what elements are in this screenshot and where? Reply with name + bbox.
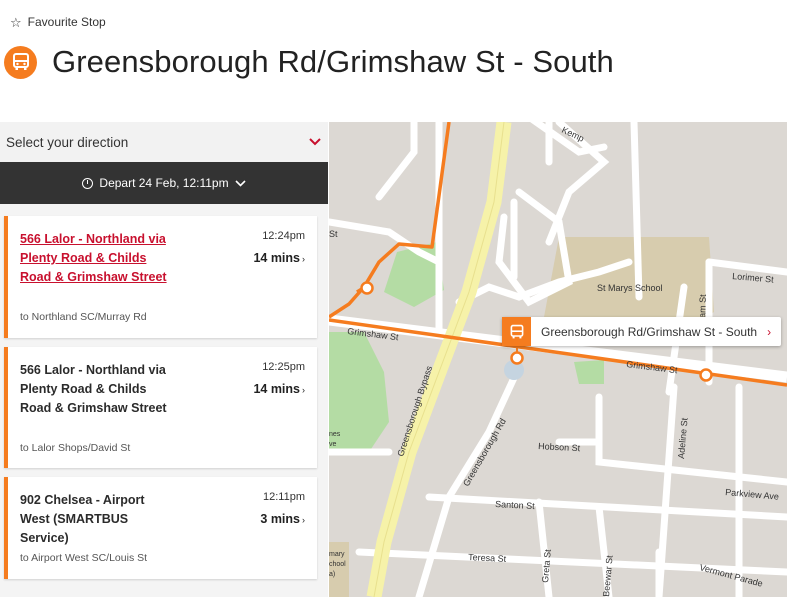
route-link[interactable]: 566 Lalor - Northland via Plenty Road & … [20, 361, 170, 418]
bus-icon [502, 317, 531, 346]
place-label: a) [329, 571, 335, 578]
chevron-down-icon [235, 176, 246, 190]
page-title: Greensborough Rd/Grimshaw St - South [52, 44, 614, 79]
bus-icon [4, 45, 37, 79]
minutes-away: 3 mins › [260, 512, 305, 526]
route-link[interactable]: 566 Lalor - Northland via Plenty Road & … [20, 230, 170, 287]
departure-card[interactable]: 566 Lalor - Northland via Plenty Road & … [4, 347, 317, 468]
chevron-right-icon: › [767, 324, 772, 339]
realtime-icon: › [302, 515, 305, 525]
depart-time-label: Depart 24 Feb, 12:11pm [99, 176, 229, 190]
destination-text: to Lalor Shops/David St [20, 442, 131, 454]
scheduled-time: 12:24pm [262, 230, 305, 242]
street-label: Santon St [495, 499, 535, 511]
favourite-stop-toggle[interactable]: ☆ Favourite Stop [10, 15, 106, 29]
scheduled-time: 12:11pm [263, 491, 305, 503]
minutes-value: 14 mins [253, 251, 300, 265]
street-label: Teresa St [468, 552, 507, 564]
place-label: ve [329, 441, 337, 448]
star-outline-icon: ☆ [10, 14, 22, 30]
clock-icon [82, 177, 94, 189]
favourite-stop-label: Favourite Stop [27, 15, 106, 29]
realtime-icon: › [302, 385, 305, 395]
route-link[interactable]: 902 Chelsea - Airport West (SMARTBUS Ser… [20, 491, 170, 548]
chevron-down-icon [309, 135, 321, 149]
route-map[interactable]: Kemp Grimshaw St Grimshaw St Greensborou… [329, 122, 787, 597]
place-label: mary [329, 551, 345, 558]
street-label: St [329, 229, 338, 239]
place-label: St Marys School [597, 283, 663, 293]
stop-popup-label: Greensborough Rd/Grimshaw St - South [541, 324, 758, 339]
place-label: nes [329, 431, 341, 438]
direction-select-label: Select your direction [6, 134, 129, 150]
minutes-away: 14 mins › [253, 251, 305, 265]
depart-time-selector[interactable]: Depart 24 Feb, 12:11pm [0, 162, 328, 204]
departure-card[interactable]: 902 Chelsea - Airport West (SMARTBUS Ser… [4, 477, 317, 579]
minutes-value: 14 mins [253, 382, 300, 396]
realtime-icon: › [302, 254, 305, 264]
destination-text: to Airport West SC/Louis St [20, 552, 148, 564]
direction-select[interactable]: Select your direction [0, 122, 328, 162]
destination-text: to Northland SC/Murray Rd [20, 311, 147, 323]
minutes-value: 3 mins [260, 512, 300, 526]
stop-popup[interactable]: Greensborough Rd/Grimshaw St - South › [502, 317, 782, 346]
scheduled-time: 12:25pm [262, 361, 305, 373]
place-label: chool [329, 561, 346, 568]
page-header: Greensborough Rd/Grimshaw St - South [4, 44, 614, 80]
map-canvas: Kemp Grimshaw St Grimshaw St Greensborou… [329, 122, 787, 597]
minutes-away: 14 mins › [253, 382, 305, 396]
departure-card[interactable]: 566 Lalor - Northland via Plenty Road & … [4, 216, 317, 338]
departures-panel: Select your direction Depart 24 Feb, 12:… [0, 122, 328, 597]
